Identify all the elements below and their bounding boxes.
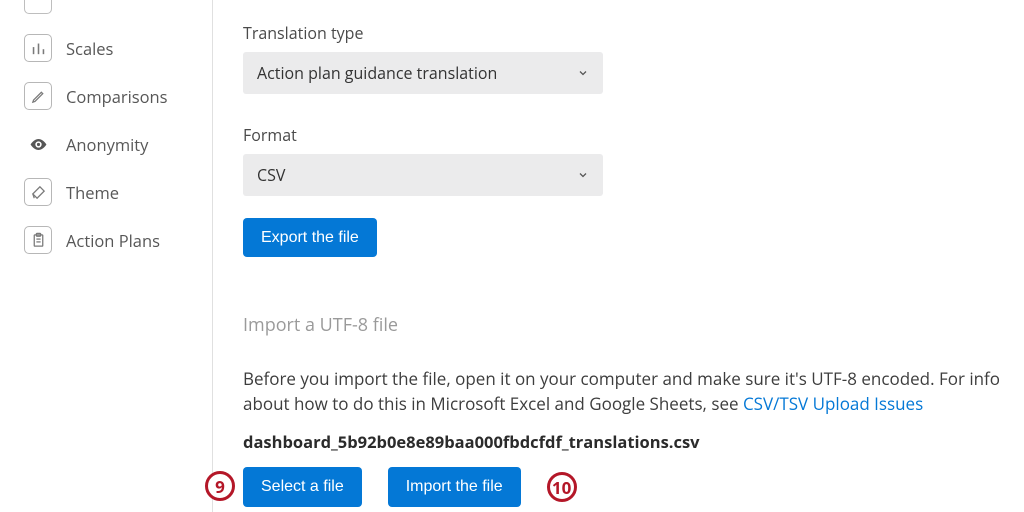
sidebar-item-theme[interactable]: Theme (20, 168, 200, 216)
translation-type-select[interactable]: Action plan guidance translation (243, 52, 603, 94)
format-value: CSV (257, 164, 285, 186)
sidebar-item-label: Action Plans (66, 229, 160, 252)
sidebar-item-scales[interactable]: Scales (20, 24, 200, 72)
sidebar-item-comparisons[interactable]: Comparisons (20, 72, 200, 120)
sidebar-item-anonymity[interactable]: Anonymity (20, 120, 200, 168)
translation-type-label: Translation type (243, 22, 1000, 44)
upload-issues-link[interactable]: CSV/TSV Upload Issues (743, 392, 923, 415)
pencil-icon (24, 82, 52, 110)
sidebar-item-label: Theme (66, 181, 119, 204)
eye-icon (24, 130, 52, 158)
chevron-down-icon (577, 164, 589, 186)
import-description: Before you import the file, open it on y… (243, 367, 1000, 416)
bar-chart-icon (24, 34, 52, 62)
selected-filename: dashboard_5b92b0e8e89baa000fbdcfdf_trans… (243, 430, 1000, 453)
sidebar-item-label: Anonymity (66, 133, 148, 156)
clipboard-icon (24, 226, 52, 254)
format-select[interactable]: CSV (243, 154, 603, 196)
sidebar: Scales Comparisons Anonymity (0, 0, 213, 512)
sidebar-item-label: Comparisons (66, 85, 168, 108)
paint-icon (24, 178, 52, 206)
translation-type-value: Action plan guidance translation (257, 62, 497, 84)
import-heading: Import a UTF-8 file (243, 313, 1000, 337)
cropped-icon (24, 0, 52, 14)
select-file-button[interactable]: Select a file (243, 467, 362, 506)
annotation-badge-10: 10 (547, 472, 577, 502)
sidebar-item-cropped[interactable] (20, 0, 200, 24)
sidebar-item-action-plans[interactable]: Action Plans (20, 216, 200, 264)
export-button[interactable]: Export the file (243, 218, 377, 257)
main-content: Translation type Action plan guidance tr… (213, 0, 1024, 512)
format-label: Format (243, 124, 1000, 146)
annotation-badge-9: 9 (205, 471, 235, 501)
chevron-down-icon (577, 62, 589, 84)
import-file-button[interactable]: Import the file (388, 467, 521, 506)
sidebar-item-label: Scales (66, 37, 113, 60)
